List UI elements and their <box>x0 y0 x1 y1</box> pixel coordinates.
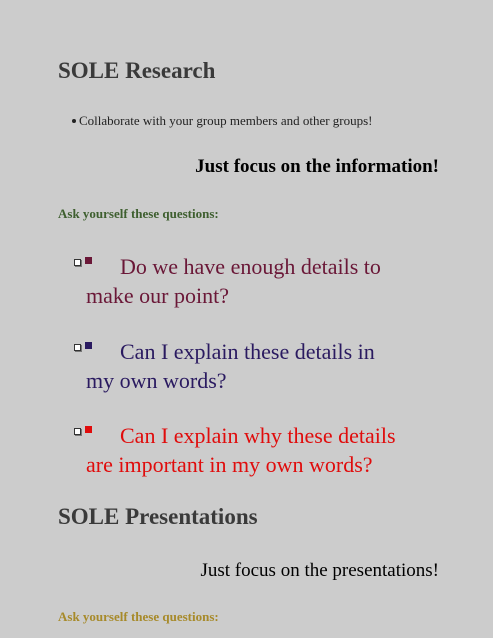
collaborate-bullet: Collaborate with your group members and … <box>72 113 373 129</box>
question-item-2: Can I explain these details in my own wo… <box>72 337 452 395</box>
hollow-square-icon <box>74 344 81 351</box>
question-text-line2: are important in my own words? <box>86 452 373 477</box>
bullet-dot-icon <box>72 119 76 124</box>
question-text-line1: Can I explain these details in <box>120 339 375 364</box>
section-heading-presentations: SOLE Presentations <box>58 504 258 529</box>
focus-presentations-text: Just focus on the presentations! <box>200 560 439 581</box>
question-markers <box>72 423 120 443</box>
ask-questions-label-research: Ask yourself these questions: <box>58 206 219 221</box>
question-text-line2: make our point? <box>86 283 229 308</box>
question-item-1: Do we have enough details to make our po… <box>72 252 452 310</box>
question-text-line1: Can I explain why these details <box>120 423 396 448</box>
hollow-square-icon <box>74 428 81 435</box>
filled-square-icon <box>85 426 92 433</box>
question-markers <box>72 339 120 359</box>
hollow-square-icon <box>74 259 81 266</box>
question-markers <box>72 254 120 274</box>
ask-questions-label-presentations: Ask yourself these questions: <box>58 609 219 624</box>
question-text-line2: my own words? <box>86 368 227 393</box>
filled-square-icon <box>85 342 92 349</box>
section-heading-research: SOLE Research <box>58 58 216 83</box>
question-text-line1: Do we have enough details to <box>120 254 381 279</box>
filled-square-icon <box>85 257 92 264</box>
focus-information-text: Just focus on the information! <box>195 156 439 177</box>
question-item-3: Can I explain why these details are impo… <box>72 421 452 479</box>
collaborate-text: Collaborate with your group members and … <box>79 113 373 128</box>
